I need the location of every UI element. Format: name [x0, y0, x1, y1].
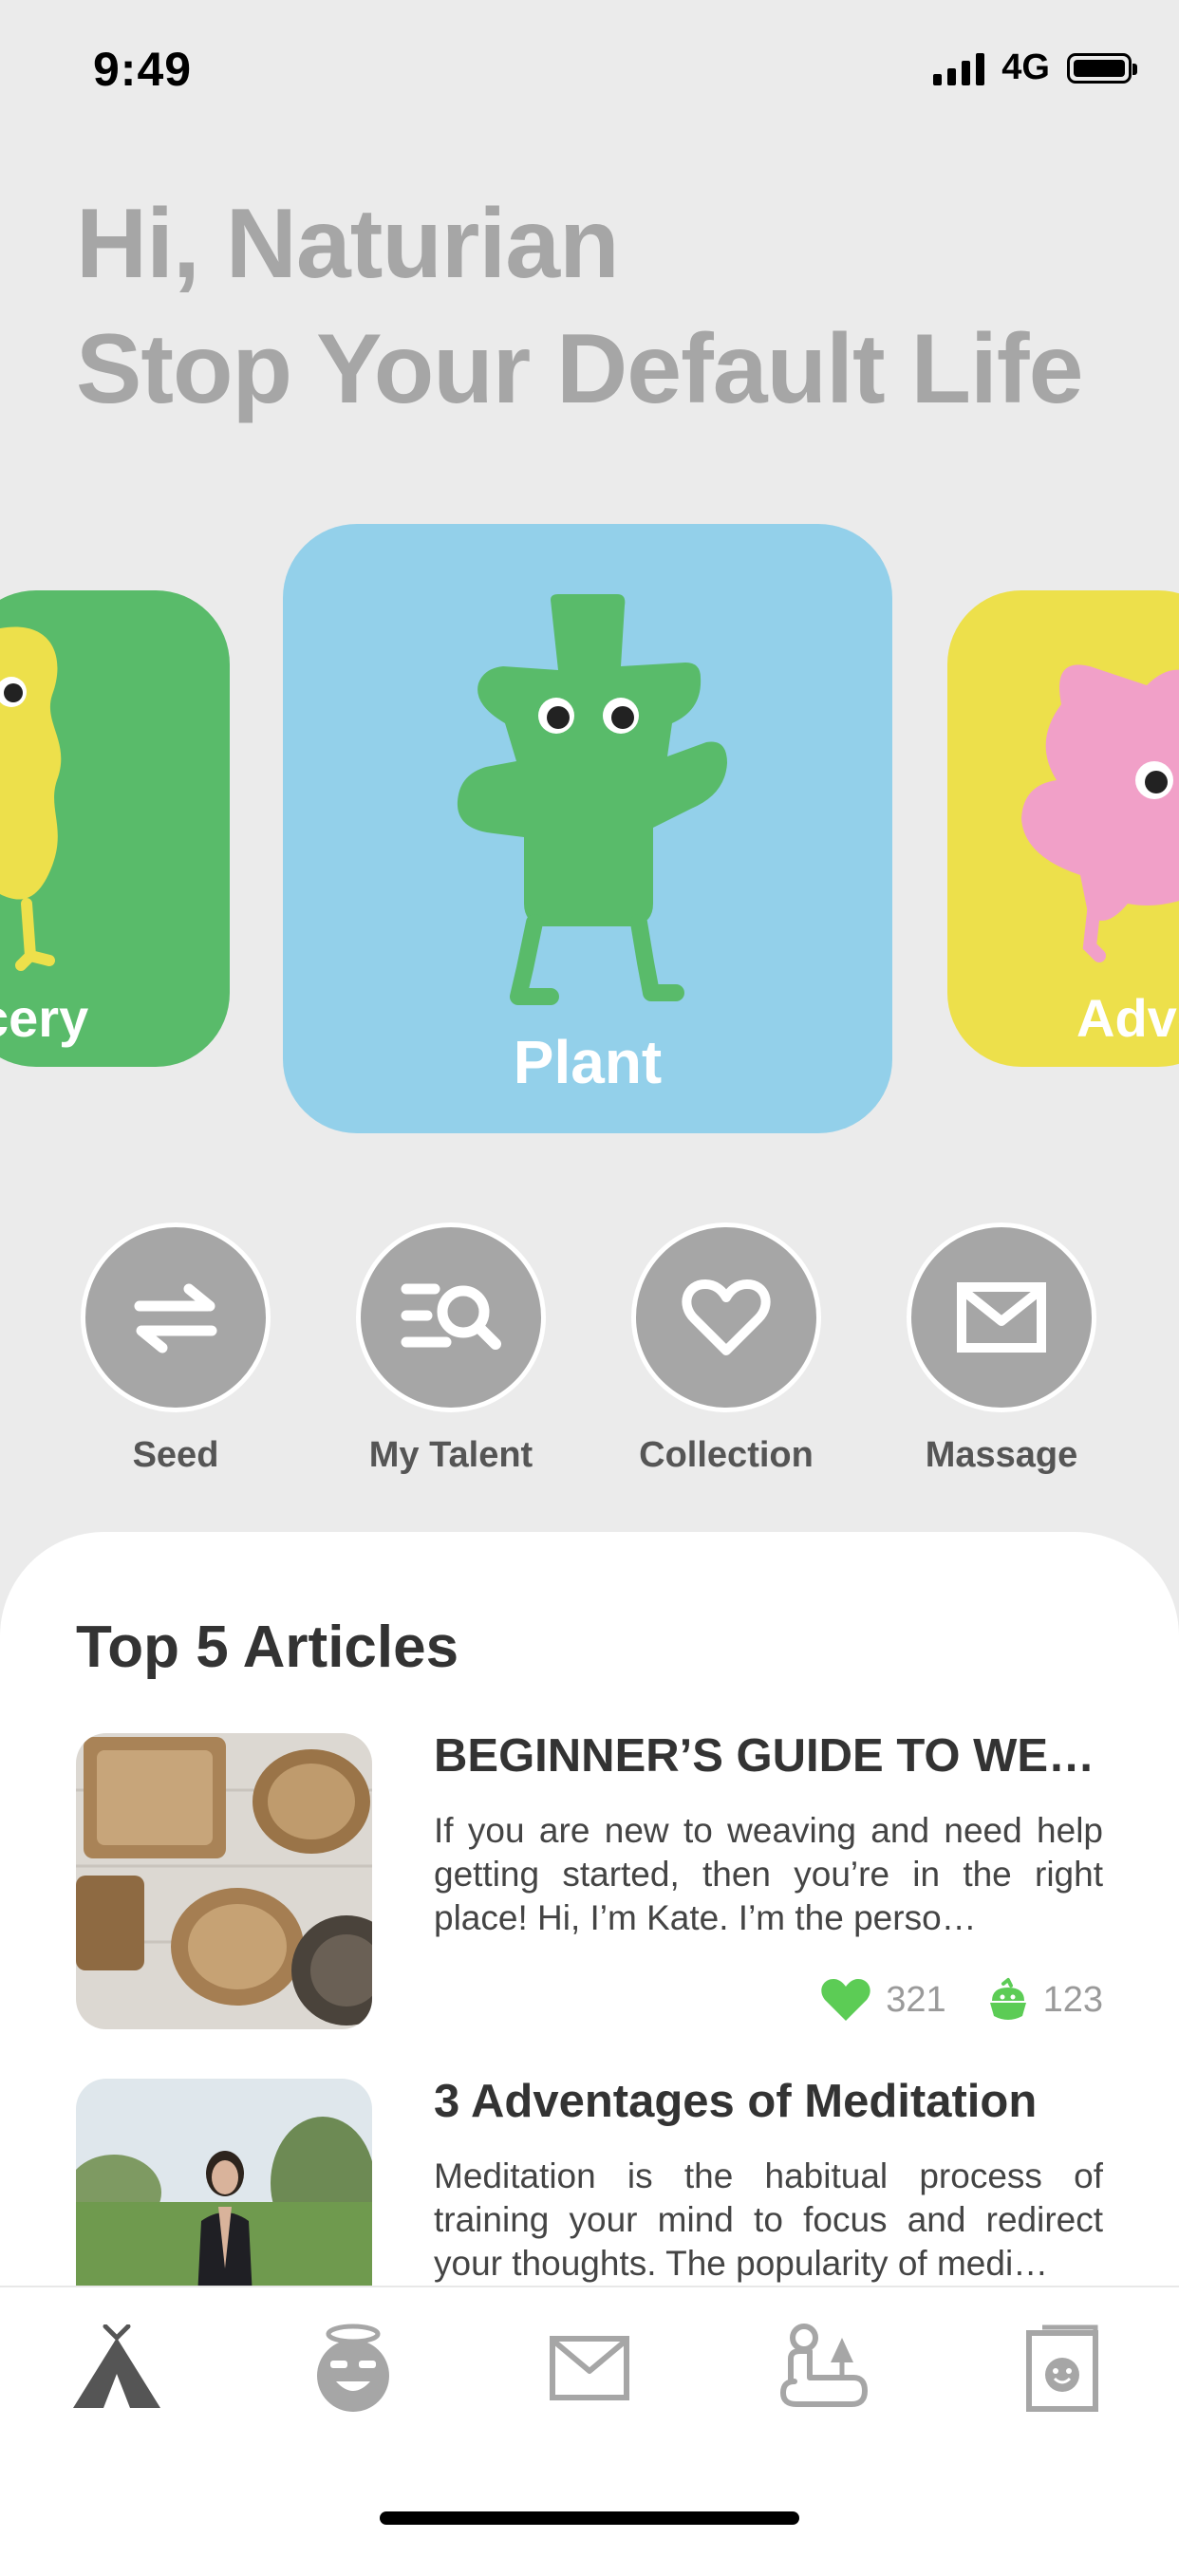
shortcut-label: Collection [639, 1435, 814, 1475]
article-title[interactable]: BEGINNER’S GUIDE TO WEA… [434, 1729, 1103, 1783]
list-search-icon [401, 1283, 501, 1350]
heart-icon [682, 1279, 771, 1355]
category-card-grocery[interactable]: cery [0, 590, 230, 1067]
article-excerpt: If you are new to weaving and need help … [434, 1811, 1103, 1937]
status-time: 9:49 [93, 43, 193, 96]
shortcut-label: Seed [132, 1435, 219, 1475]
greeting-subtitle: Stop Your Default Life [76, 314, 1083, 424]
tab-spirit[interactable] [301, 2316, 405, 2420]
like-heart-icon[interactable] [819, 1977, 872, 2023]
mail-icon [957, 1282, 1046, 1353]
shortcut-my-talent[interactable]: My Talent [351, 1223, 551, 1476]
tab-home[interactable] [65, 2316, 169, 2420]
category-card-plant[interactable]: Plant [283, 524, 892, 1133]
seed-comment-icon[interactable] [986, 1976, 1030, 2024]
angel-face-icon [317, 2324, 389, 2412]
article-title[interactable]: 3 Adventages of Meditation [434, 2075, 1103, 2128]
signal-icon [933, 51, 985, 85]
card-label: Plant [513, 1028, 663, 1096]
network-label: 4G [1001, 47, 1050, 87]
article-thumbnail-meditation[interactable] [76, 2079, 372, 2297]
like-count: 321 [886, 1979, 946, 2020]
profile-card-icon [1026, 2324, 1098, 2412]
greeting-title: Hi, Naturian [76, 189, 620, 299]
tab-grow[interactable] [773, 2316, 877, 2420]
shortcut-label: Massage [925, 1435, 1078, 1475]
tent-icon [73, 2324, 160, 2408]
card-label: cery [0, 988, 89, 1048]
category-card-adventure[interactable]: Adve [947, 590, 1179, 1067]
card-label: Adve [1076, 988, 1179, 1048]
comment-count: 123 [1042, 1979, 1103, 2020]
person-plant-icon [780, 2324, 868, 2407]
battery-icon [1067, 52, 1137, 84]
mail-icon [550, 2336, 629, 2400]
home-indicator[interactable] [380, 2511, 799, 2525]
shortcut-label: My Talent [368, 1435, 533, 1475]
tab-messages[interactable] [537, 2316, 642, 2420]
tab-profile[interactable] [1010, 2316, 1114, 2420]
baskets-image [76, 1733, 372, 2029]
shortcut-seed[interactable]: Seed [76, 1223, 275, 1476]
shortcut-collection[interactable]: Collection [627, 1223, 826, 1476]
meditation-image [76, 2079, 372, 2297]
article-stats: 321 123 [819, 1976, 1103, 2024]
status-indicators: 4G [933, 47, 1137, 88]
article-excerpt: Meditation is the habitual process of tr… [434, 2156, 1103, 2283]
shortcut-massage[interactable]: Massage [902, 1223, 1101, 1476]
swap-arrows-icon [134, 1283, 217, 1353]
section-title: Top 5 Articles [76, 1615, 459, 1680]
article-thumbnail-baskets[interactable] [76, 1733, 372, 2029]
